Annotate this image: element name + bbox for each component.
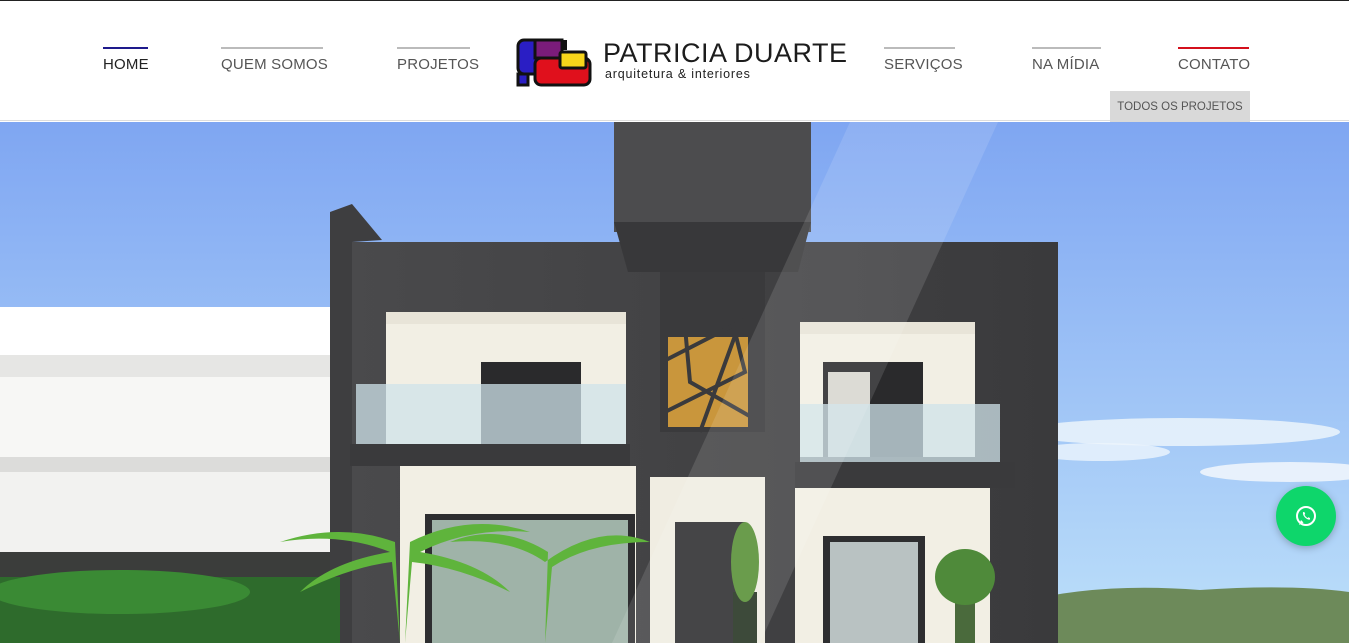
nav-home[interactable]: HOME (103, 47, 149, 73)
nav-servicos-indicator (884, 47, 955, 49)
hero-house-image (0, 122, 1349, 643)
logo-mark-icon (516, 38, 592, 87)
site-header: HOME QUEM SOMOS PROJETOS PATRICIA DUARTE… (0, 1, 1349, 122)
nav-contato[interactable]: CONTATO (1178, 47, 1251, 73)
nav-home-label: HOME (103, 56, 149, 73)
whatsapp-icon (1296, 506, 1316, 526)
nav-projetos-indicator (397, 47, 470, 49)
nav-servicos[interactable]: SERVIÇOS (884, 47, 963, 73)
logo-subtitle: arquitetura & interiores (605, 67, 751, 81)
nav-projetos-label: PROJETOS (397, 56, 480, 73)
nav-servicos-label: SERVIÇOS (884, 56, 963, 73)
nav-na-midia-label: NA MÍDIA (1032, 56, 1100, 73)
nav-projetos[interactable]: PROJETOS (397, 47, 480, 73)
whatsapp-button[interactable] (1276, 486, 1336, 546)
submenu-todos-os-projetos[interactable]: TODOS OS PROJETOS (1110, 91, 1250, 122)
nav-quem-somos-indicator (221, 47, 323, 49)
nav-contato-indicator (1178, 47, 1249, 49)
nav-na-midia-indicator (1032, 47, 1101, 49)
nav-quem-somos-label: QUEM SOMOS (221, 56, 329, 73)
nav-na-midia[interactable]: NA MÍDIA (1032, 47, 1101, 73)
nav-home-indicator (103, 47, 148, 49)
hero-banner (0, 122, 1349, 643)
nav-contato-label: CONTATO (1178, 56, 1251, 73)
nav-quem-somos[interactable]: QUEM SOMOS (221, 47, 329, 73)
site-logo[interactable]: PATRICIA DUARTE arquitetura & interiores (515, 38, 847, 88)
logo-name: PATRICIA DUARTE (603, 38, 848, 68)
